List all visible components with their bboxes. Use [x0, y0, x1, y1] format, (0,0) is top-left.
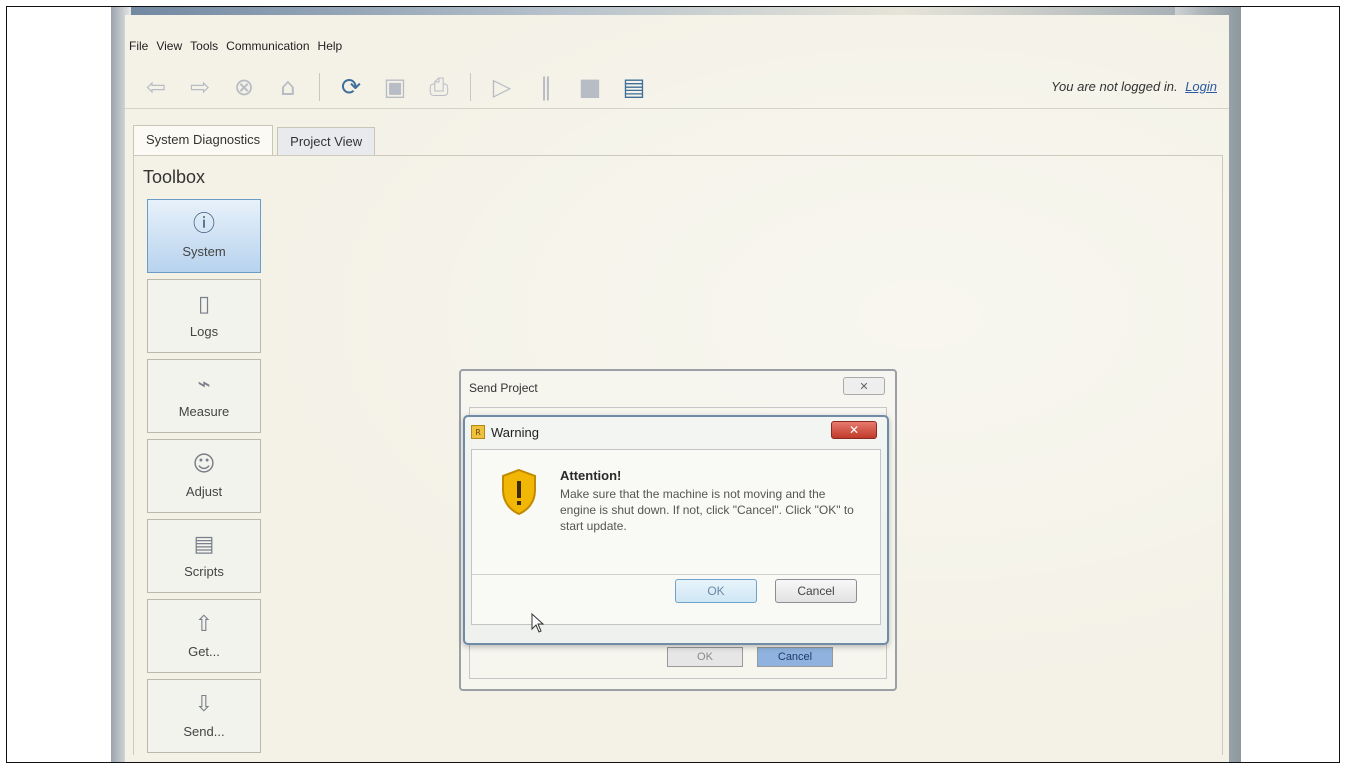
- warning-close-button[interactable]: ✕: [831, 421, 877, 439]
- refresh-icon[interactable]: ⟳: [334, 70, 368, 104]
- notebook-icon: ▯: [197, 291, 211, 317]
- toolbox-item-get[interactable]: ⇧ Get...: [147, 599, 261, 673]
- tab-system-diagnostics[interactable]: System Diagnostics: [133, 125, 274, 155]
- forward-arrow-icon[interactable]: ⇨: [183, 70, 217, 104]
- toolbar: ⇦ ⇨ ⊗ ⌂ ⟳ ▣ ⎙ ▷ ‖ ■ ▤ You are not logged…: [125, 65, 1229, 109]
- toolbox-item-label: Send...: [183, 723, 225, 739]
- tab-strip: System Diagnostics Project View: [133, 125, 376, 155]
- up-arrow-icon: ⇧: [194, 611, 214, 637]
- play-icon[interactable]: ▷: [485, 70, 519, 104]
- menu-view[interactable]: View: [156, 39, 182, 53]
- warning-title: Warning: [491, 425, 539, 440]
- toolbox: ⓘ System ▯ Logs ⌁ Measure ☺ Adjust ▤ Scr…: [147, 199, 265, 759]
- toolbox-item-logs[interactable]: ▯ Logs: [147, 279, 261, 353]
- script-icon: ▤: [193, 531, 215, 557]
- toolbar-separator: [319, 72, 320, 101]
- toolbox-item-scripts[interactable]: ▤ Scripts: [147, 519, 261, 593]
- app-window: File View Tools Communication Help ⇦ ⇨ ⊗…: [125, 15, 1229, 762]
- chart-icon: ⌁: [197, 371, 211, 397]
- info-icon: ⓘ: [192, 211, 215, 237]
- close-icon: ✕: [859, 379, 869, 393]
- warning-dialog: R Warning ✕ Attention! Make sure that th…: [463, 415, 889, 645]
- toolbox-item-system[interactable]: ⓘ System: [147, 199, 261, 273]
- login-link[interactable]: Login: [1185, 79, 1217, 94]
- send-close-button[interactable]: ✕: [843, 377, 885, 395]
- photo-frame: File View Tools Communication Help ⇦ ⇨ ⊗…: [6, 6, 1340, 763]
- login-status-text: You are not logged in.: [1051, 79, 1178, 94]
- login-status: You are not logged in. Login: [1051, 79, 1217, 94]
- warning-message: Make sure that the machine is not moving…: [560, 487, 854, 533]
- warning-cancel-button[interactable]: Cancel: [775, 579, 857, 603]
- mouse-cursor-icon: [531, 613, 545, 633]
- menu-communication[interactable]: Communication: [226, 39, 309, 53]
- print-icon[interactable]: ⎙: [422, 70, 456, 104]
- toolbox-item-label: Scripts: [184, 563, 224, 579]
- toolbox-item-label: Measure: [178, 403, 230, 419]
- toolbox-item-send[interactable]: ⇩ Send...: [147, 679, 261, 753]
- person-icon: ☺: [192, 451, 216, 477]
- menu-help[interactable]: Help: [318, 39, 343, 53]
- menu-bar: File View Tools Communication Help: [125, 35, 342, 57]
- toolbar-separator: [470, 72, 471, 101]
- toolbox-item-adjust[interactable]: ☺ Adjust: [147, 439, 261, 513]
- pause-icon[interactable]: ‖: [529, 70, 563, 104]
- toolbox-item-label: Adjust: [185, 483, 223, 499]
- warning-ok-button[interactable]: OK: [675, 579, 757, 603]
- send-ok-button[interactable]: OK: [667, 647, 743, 667]
- stop-square-icon[interactable]: ■: [573, 70, 607, 104]
- stop-icon[interactable]: ⊗: [227, 70, 261, 104]
- toolbox-item-label: Get...: [188, 643, 220, 659]
- send-project-title: Send Project: [469, 381, 538, 395]
- warning-shield-icon: [502, 468, 536, 516]
- monitor-bezel-top: [111, 7, 1241, 15]
- close-icon: ✕: [848, 423, 860, 437]
- home-icon[interactable]: ⌂: [271, 70, 305, 104]
- back-arrow-icon[interactable]: ⇦: [139, 70, 173, 104]
- warning-heading: Attention!: [560, 468, 622, 483]
- menu-tools[interactable]: Tools: [190, 39, 218, 53]
- save-icon[interactable]: ▣: [378, 70, 412, 104]
- toolbox-item-label: Logs: [189, 323, 219, 339]
- down-arrow-icon: ⇩: [194, 691, 214, 717]
- menu-file[interactable]: File: [129, 39, 148, 53]
- toolbox-item-label: System: [182, 243, 226, 259]
- warning-divider: [472, 574, 880, 575]
- tab-project-view[interactable]: Project View: [277, 127, 376, 155]
- toolbox-item-measure[interactable]: ⌁ Measure: [147, 359, 261, 433]
- warning-titlebar: R Warning ✕: [465, 417, 887, 445]
- send-cancel-button[interactable]: Cancel: [757, 647, 833, 667]
- app-icon: R: [471, 425, 485, 439]
- toolbox-title: Toolbox: [143, 167, 206, 187]
- panel-icon[interactable]: ▤: [617, 70, 651, 104]
